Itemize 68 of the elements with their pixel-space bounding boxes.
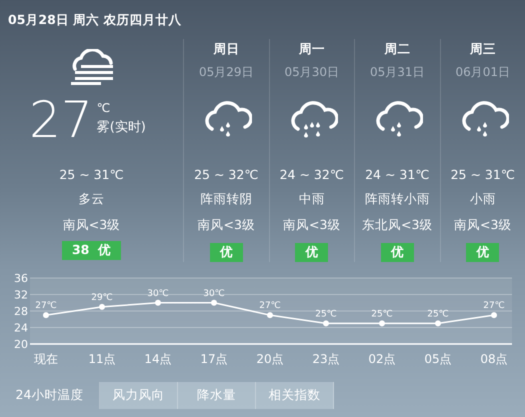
temperature-range: 25 ~ 31℃ [59,167,124,182]
value-label: 30℃ [147,288,169,299]
data-point [323,320,329,326]
chart-tab[interactable]: 风力风向 [100,382,178,409]
chart-tab[interactable]: 降水量 [178,382,256,409]
day-name: 周三 [470,41,496,58]
value-label: 27℃ [259,301,281,312]
temperature-range: 25 ~ 31℃ [450,167,515,182]
value-label: 30℃ [203,288,225,299]
weather-text: 中雨 [298,191,325,208]
value-label: 25℃ [315,309,337,320]
wind-text: 南风<3级 [283,217,340,234]
air-quality-badge: 优 [295,243,328,262]
day-name: 周一 [298,41,325,58]
data-point [99,304,105,310]
temperature-unit: ℃ [96,101,112,115]
wind-text: 东北风<3级 [362,217,432,234]
weather-text: 多云 [78,191,104,208]
axis-tick-label: 24 [14,322,28,334]
wind-text: 南风<3级 [62,217,120,234]
axis-tick-label: 28 [14,305,28,318]
data-point [211,300,217,306]
temperature-range: 24 ~ 32℃ [280,167,344,182]
day-date: 05月31日 [370,64,425,81]
air-quality-badge: 优 [210,243,243,262]
weather-text: 阵雨转小雨 [364,191,430,208]
day-date: 05月29日 [198,64,254,81]
data-point [435,320,441,326]
temperature-range: 24 ~ 31℃ [365,167,430,182]
chart-tab[interactable]: 相关指数 [256,382,334,409]
data-point [267,312,273,318]
weather-text: 阵雨转阴 [200,191,252,208]
value-label: 27℃ [483,301,505,312]
day-name: 周日 [213,41,240,58]
value-label: 27℃ [35,301,57,312]
temperature-range: 25 ~ 32℃ [194,167,258,182]
axis-tick-label: 现在 [34,352,58,366]
axis-tick-label: 08点 [480,352,508,366]
value-label: 25℃ [427,309,449,320]
day-date: 06月01日 [455,64,510,81]
value-label: 25℃ [371,309,393,320]
axis-tick-label: 14点 [144,352,172,366]
axis-tick-label: 20点 [256,352,284,366]
data-point [155,300,161,306]
date-header: 05月28日 周六 农历四月廿八 [7,11,182,29]
current-temperature: 27 [29,95,93,145]
day-name: 周二 [384,41,410,58]
axis-tick-label: 32 [14,288,28,302]
wind-text: 南风<3级 [198,217,255,234]
day-date: 05月30日 [284,64,340,81]
axis-tick-label: 05点 [424,352,452,366]
axis-tick-label: 23点 [312,352,340,366]
axis-tick-label: 02点 [368,352,396,366]
data-point [379,320,385,326]
weather-text: 小雨 [470,191,496,208]
axis-tick-label: 36 [14,272,28,285]
wind-text: 南风<3级 [454,217,512,234]
air-quality-badge: 38 优 [62,241,122,260]
chart-tab[interactable]: 24小时温度 [0,382,100,409]
value-label: 29℃ [91,292,113,303]
data-point [43,312,49,318]
air-quality-badge: 优 [466,243,500,262]
axis-tick-label: 11点 [88,352,116,366]
axis-tick-label: 20 [14,338,28,351]
axis-tick-label: 17点 [200,352,228,366]
data-point [491,312,497,318]
current-condition: 雾(实时) [96,119,146,136]
air-quality-badge: 优 [380,243,414,262]
